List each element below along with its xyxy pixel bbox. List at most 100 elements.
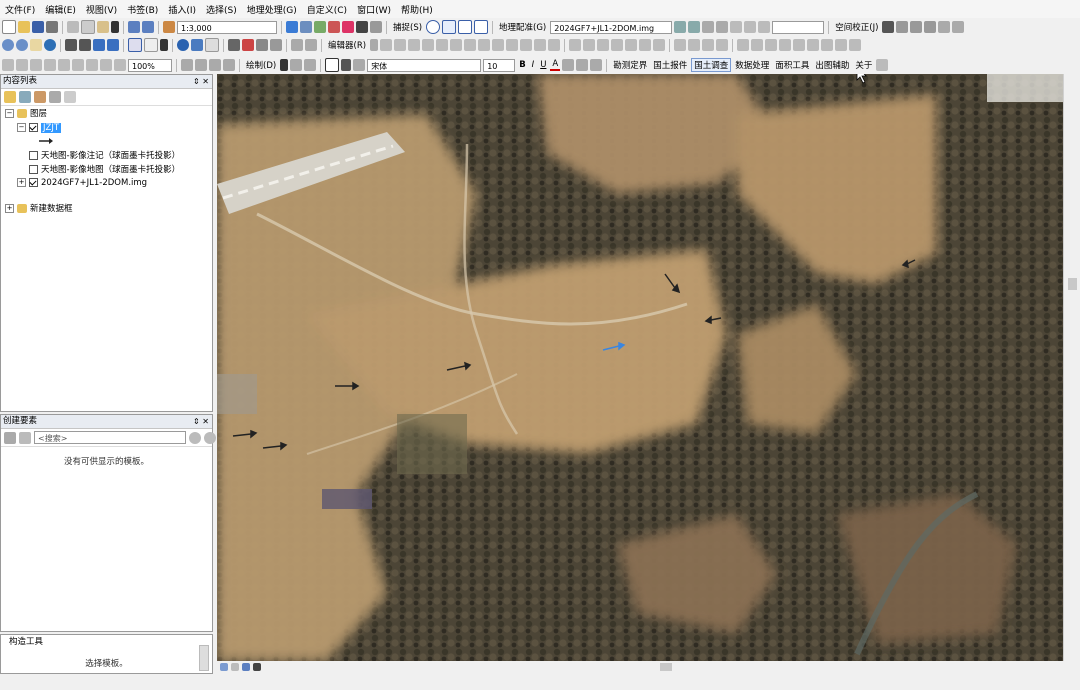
map-view[interactable]: [217, 74, 1063, 661]
menu-insert[interactable]: 插入(I): [163, 3, 201, 16]
menu-selection[interactable]: 选择(S): [201, 3, 242, 16]
forward-extent-icon[interactable]: [107, 39, 119, 51]
rotate-edit-icon[interactable]: [506, 39, 519, 51]
toggle-draft-icon[interactable]: [181, 59, 193, 71]
new-identity-link-icon[interactable]: [938, 21, 951, 33]
layer-tools-icon[interactable]: [688, 39, 701, 51]
layout-extra-icon[interactable]: [876, 59, 889, 71]
modelbuilder-icon[interactable]: [370, 21, 382, 33]
menu-geoprocessing[interactable]: 地理处理(G): [242, 3, 302, 16]
spatial-adjustment-menu[interactable]: 空间校正(J): [833, 21, 880, 33]
view-link-table-icon[interactable]: [716, 21, 729, 33]
menu-help[interactable]: 帮助(H): [396, 3, 438, 16]
expand-icon[interactable]: +: [17, 178, 26, 187]
select-features-icon[interactable]: [128, 38, 142, 52]
plugin-menu-land-survey[interactable]: 国土调查: [691, 58, 732, 72]
fixed-zoom-out-icon[interactable]: [79, 39, 91, 51]
map-topology-icon[interactable]: [583, 39, 596, 51]
layout-zoom-dropdown[interactable]: 100%: [128, 58, 172, 72]
cad-icon[interactable]: [674, 39, 687, 51]
new-displacement-link-icon[interactable]: [896, 21, 909, 33]
rotate-element-icon[interactable]: [290, 59, 303, 71]
add-control-points-icon[interactable]: [702, 21, 715, 33]
list-by-drawing-order-icon[interactable]: [4, 91, 16, 103]
plugin-menu-survey[interactable]: 勘测定界: [611, 59, 649, 71]
pause-drawing-icon[interactable]: [253, 663, 261, 671]
plugin-menu-about[interactable]: 关于: [853, 59, 874, 71]
sketch-properties-icon[interactable]: [534, 39, 547, 51]
shift-icon[interactable]: [688, 21, 701, 33]
html-popup-icon[interactable]: [205, 38, 219, 52]
bold-button[interactable]: B: [517, 60, 527, 70]
catalog-window-icon[interactable]: [314, 21, 326, 33]
plugin-menu-data-processing[interactable]: 数据处理: [733, 59, 771, 71]
horizontal-scroll-thumb[interactable]: [660, 663, 672, 671]
modify-link-icon[interactable]: [910, 21, 923, 33]
delete-icon[interactable]: [111, 21, 119, 33]
create-features-pin-close[interactable]: ⇕ ✕: [193, 415, 209, 428]
list-by-visibility-icon[interactable]: [34, 91, 46, 103]
font-color-button[interactable]: A: [550, 59, 561, 71]
flicker-icon[interactable]: [716, 39, 729, 51]
auto-adjust-icon[interactable]: [730, 21, 743, 33]
split-icon[interactable]: [492, 39, 505, 51]
layout-pan-icon[interactable]: [30, 59, 42, 71]
binoculars-find-icon[interactable]: [228, 39, 240, 51]
menu-file[interactable]: 文件(F): [0, 3, 40, 16]
plugin-menu-area-tools[interactable]: 面积工具: [773, 59, 811, 71]
layout-forward-icon[interactable]: [114, 59, 126, 71]
search-window-icon[interactable]: [328, 21, 340, 33]
toc-new-dataframe-row[interactable]: + 新建数据框: [5, 203, 73, 216]
identify-icon[interactable]: [177, 39, 189, 51]
layer-visibility-checkbox[interactable]: [29, 178, 38, 187]
measure-icon[interactable]: [270, 39, 282, 51]
layout-back-icon[interactable]: [100, 59, 112, 71]
end-point-arc-icon[interactable]: [408, 39, 421, 51]
clear-search-icon[interactable]: [189, 431, 201, 444]
template-search-input[interactable]: <搜索>: [34, 431, 186, 444]
plugin-menu-map-output[interactable]: 出图辅助: [813, 59, 851, 71]
edge-snap-icon[interactable]: [474, 20, 489, 34]
reshape-icon[interactable]: [464, 39, 477, 51]
vertical-scroll-thumb[interactable]: [1068, 278, 1077, 290]
advanced-edit-icon[interactable]: [737, 39, 750, 51]
callout-icon[interactable]: [353, 59, 366, 71]
cut-icon[interactable]: [67, 21, 79, 33]
open-folder-icon[interactable]: [18, 21, 30, 33]
explode-icon[interactable]: [821, 39, 834, 51]
validate-icon[interactable]: [625, 39, 638, 51]
toc-layer-jzjt[interactable]: − JZJT: [17, 122, 62, 135]
cut-polygons-icon[interactable]: [478, 39, 491, 51]
zoom-out-icon[interactable]: [16, 39, 28, 51]
focus-data-frame-icon[interactable]: [195, 59, 207, 71]
edit-annotation-icon[interactable]: [380, 39, 393, 51]
attributes-icon[interactable]: [520, 39, 533, 51]
viewer-icon[interactable]: [744, 21, 757, 33]
menu-edit[interactable]: 编辑(E): [40, 3, 81, 16]
layout-view-icon[interactable]: [231, 663, 239, 671]
layout-zoom-out-icon[interactable]: [16, 59, 28, 71]
multi-displacement-icon[interactable]: [924, 21, 937, 33]
toc-layer-tianditu-image[interactable]: 天地图-影像地图（球面墨卡托投影）: [29, 164, 180, 177]
topology-edit-icon[interactable]: [597, 39, 610, 51]
fill-color-icon[interactable]: [562, 59, 575, 71]
full-extent-icon[interactable]: [44, 39, 56, 51]
new-text-icon[interactable]: [341, 59, 352, 71]
fillet-icon[interactable]: [765, 39, 778, 51]
edit-vertices-icon[interactable]: [450, 39, 463, 51]
clear-selection-icon[interactable]: [144, 38, 158, 52]
organize-templates-icon[interactable]: [4, 431, 16, 444]
layer-visibility-checkbox[interactable]: [29, 123, 38, 132]
zoom-whole-page-icon[interactable]: [44, 59, 56, 71]
map-scale-dropdown[interactable]: 1:3,000: [177, 20, 277, 34]
copy-parallel-icon[interactable]: [751, 39, 764, 51]
editor-menu[interactable]: 编辑器(R): [326, 39, 368, 51]
refresh-view-icon[interactable]: [242, 663, 250, 671]
time-slider-icon[interactable]: [291, 39, 303, 51]
toc-layer-tianditu-label[interactable]: 天地图-影像注记（球面墨卡托投影）: [29, 150, 180, 163]
zoom-100-icon[interactable]: [58, 59, 70, 71]
toc-layer-dom[interactable]: +2024GF7+JL1-2DOM.img: [17, 177, 147, 190]
filter-icon[interactable]: [19, 431, 31, 444]
limited-adjustment-icon[interactable]: [952, 21, 965, 33]
menu-windows[interactable]: 窗口(W): [352, 3, 396, 16]
